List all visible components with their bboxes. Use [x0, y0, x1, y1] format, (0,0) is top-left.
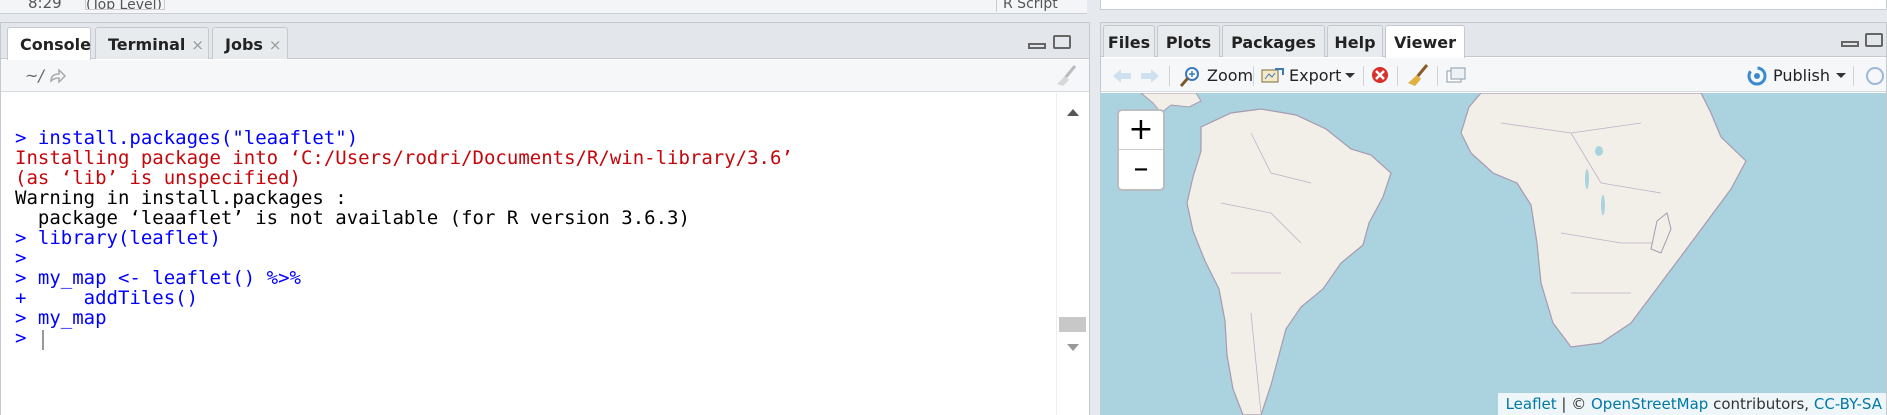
viewer-toolbar: Zoom Export Publish [1101, 58, 1886, 92]
export-icon[interactable] [1261, 67, 1285, 85]
tab-jobs[interactable]: Jobs × [212, 27, 288, 59]
popout-icon[interactable] [1445, 67, 1467, 85]
working-directory[interactable]: ~/ [25, 66, 44, 85]
minimize-icon[interactable] [1841, 41, 1859, 47]
console-line: > library(leaflet) [15, 227, 221, 249]
line-number: 8:29 [28, 0, 62, 12]
attribution-separator: | © [1556, 395, 1591, 413]
top-right-pane-edge [1100, 0, 1887, 10]
maximize-icon[interactable] [1865, 33, 1883, 47]
license-link[interactable]: CC-BY-SA [1814, 395, 1882, 413]
tab-terminal-label: Terminal [108, 35, 186, 54]
scroll-up-icon[interactable] [1066, 107, 1080, 117]
forward-arrow-icon[interactable] [1139, 67, 1161, 85]
chevron-down-icon[interactable] [1836, 73, 1846, 79]
scrollbar-thumb[interactable] [1059, 317, 1086, 332]
zoom-in-button[interactable]: + [1119, 111, 1163, 150]
chevron-down-icon[interactable] [1345, 73, 1355, 79]
close-icon[interactable]: × [269, 36, 282, 54]
console-scrollbar[interactable] [1056, 93, 1089, 415]
tab-plots[interactable]: Plots [1157, 25, 1220, 57]
close-icon[interactable]: × [191, 36, 204, 54]
export-label[interactable]: Export [1289, 66, 1341, 85]
broom-icon[interactable] [1053, 64, 1079, 88]
console-prompt: > [15, 327, 27, 349]
broom-icon[interactable] [1405, 63, 1431, 87]
tab-console[interactable]: Console [7, 27, 91, 60]
map-attribution: Leaflet | © OpenStreetMap contributors, … [1497, 393, 1886, 415]
leaflet-map[interactable]: + – Leaflet | © OpenStreetMap contributo… [1101, 93, 1886, 415]
map-tiles [1140, 93, 1747, 415]
tab-console-label: Console [20, 35, 91, 54]
console-pane: Console Terminal × Jobs × ~/ > install.pac… [0, 22, 1090, 415]
zoom-icon[interactable] [1179, 66, 1201, 88]
go-to-directory-icon[interactable] [49, 69, 67, 83]
viewer-pane: Files Plots Packages Help Viewer Zoom Ex… [1100, 22, 1887, 415]
scroll-down-icon[interactable] [1066, 343, 1080, 353]
tab-help[interactable]: Help [1327, 25, 1383, 57]
osm-link[interactable]: OpenStreetMap [1591, 395, 1708, 413]
clear-icon[interactable] [1371, 66, 1389, 84]
attribution-contributors: contributors, [1708, 395, 1814, 413]
tab-packages[interactable]: Packages [1222, 25, 1325, 57]
tab-jobs-label: Jobs [225, 35, 263, 54]
console-line: > my_map [15, 307, 107, 329]
console-path-bar: ~/ [1, 60, 1089, 92]
viewer-tab-bar: Files Plots Packages Help Viewer [1101, 23, 1886, 58]
zoom-label[interactable]: Zoom [1207, 66, 1253, 85]
leaflet-link[interactable]: Leaflet [1506, 395, 1557, 413]
console-output[interactable]: > install.packages("leaaflet") Installin… [1, 93, 1056, 415]
minimize-icon[interactable] [1028, 43, 1046, 49]
maximize-icon[interactable] [1053, 35, 1071, 49]
back-arrow-icon[interactable] [1111, 67, 1133, 85]
zoom-control: + – [1117, 109, 1165, 191]
refresh-icon[interactable] [1861, 66, 1885, 86]
zoom-out-button[interactable]: – [1119, 150, 1163, 188]
console-tab-bar: Console Terminal × Jobs × [1, 23, 1089, 60]
scope-selector[interactable]: (Top Level) [85, 0, 165, 10]
publish-icon[interactable] [1745, 66, 1769, 86]
tab-files[interactable]: Files [1103, 25, 1155, 57]
publish-label[interactable]: Publish [1773, 66, 1830, 85]
tab-viewer[interactable]: Viewer [1385, 25, 1465, 58]
editor-status-bar: 8:29 (Top Level) R Script [0, 0, 1087, 14]
file-type-selector[interactable]: R Script [996, 0, 1058, 12]
text-cursor [42, 330, 44, 350]
tab-terminal[interactable]: Terminal × [95, 27, 209, 59]
